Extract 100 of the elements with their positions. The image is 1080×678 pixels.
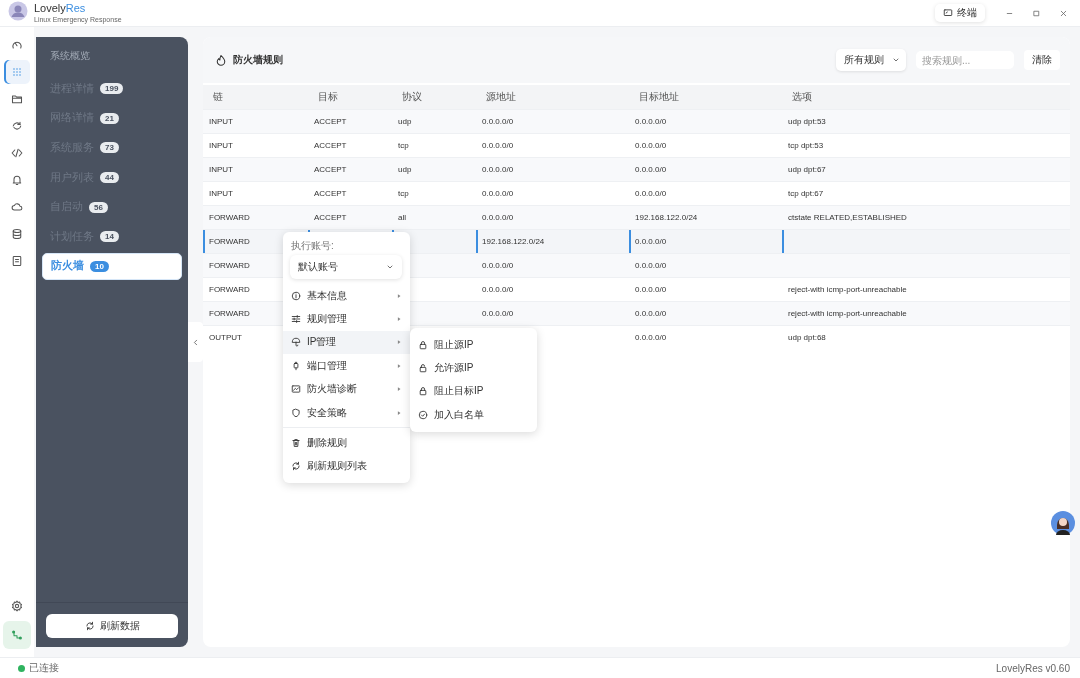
- trash-icon: [291, 438, 301, 449]
- table-cell: ACCEPT: [308, 109, 392, 134]
- menu-item[interactable]: 端口管理: [283, 354, 410, 378]
- count-badge: 10: [90, 260, 109, 272]
- menu-item[interactable]: IP管理: [283, 330, 410, 355]
- shield-icon: [291, 407, 301, 418]
- route-icon: [11, 629, 23, 641]
- count-badge: 73: [100, 142, 119, 154]
- cloud-icon[interactable]: [11, 201, 23, 213]
- table-cell: ACCEPT: [308, 157, 392, 182]
- database-icon[interactable]: [11, 228, 23, 240]
- bell-icon[interactable]: [11, 174, 23, 186]
- table-cell: 192.168.122.0/24: [476, 229, 629, 254]
- submenu-arrow-icon: [396, 362, 402, 369]
- table-cell: 0.0.0.0/0: [476, 157, 629, 182]
- unlock-icon: [418, 363, 428, 374]
- collapse-handle[interactable]: [188, 322, 203, 362]
- maximize-icon[interactable]: [1032, 8, 1041, 18]
- sidebar-item[interactable]: 防火墙 10: [42, 252, 182, 281]
- submenu-arrow-icon: [396, 339, 402, 346]
- lock-icon: [418, 339, 428, 350]
- menu-item[interactable]: 阻止源IP: [410, 333, 537, 357]
- column-header: 链: [203, 85, 308, 110]
- umbrella-icon: [291, 337, 301, 348]
- clear-button[interactable]: 清除: [1024, 50, 1060, 70]
- submenu-arrow-icon: [396, 386, 402, 393]
- refresh-icon: [84, 621, 95, 631]
- status-dot: [18, 664, 25, 672]
- column-header: 协议: [392, 85, 476, 110]
- table-cell: 0.0.0.0/0: [476, 253, 629, 278]
- code-icon[interactable]: [11, 147, 23, 159]
- table-cell: udp dpt:53: [782, 109, 1070, 134]
- search-field[interactable]: 搜索规则...: [916, 51, 1014, 69]
- count-badge: 44: [100, 172, 119, 184]
- table-cell: INPUT: [203, 109, 308, 134]
- close-icon[interactable]: [1059, 8, 1068, 18]
- submenu-arrow-icon: [396, 292, 402, 299]
- count-badge: 21: [100, 112, 119, 124]
- gauge-icon[interactable]: [11, 39, 23, 51]
- chevron-down-icon: [892, 56, 900, 64]
- settings-icon[interactable]: [11, 600, 23, 612]
- panel-title: 防火墙规则: [233, 53, 283, 67]
- table-cell: 0.0.0.0/0: [476, 109, 629, 134]
- column-header: 选项: [782, 85, 1070, 110]
- menu-item[interactable]: 允许源IP: [410, 356, 537, 380]
- connection-tile[interactable]: [3, 621, 31, 649]
- table-cell: udp: [392, 109, 476, 134]
- connection-status: 已连接: [29, 661, 59, 675]
- count-badge: 199: [100, 83, 124, 95]
- menu-item[interactable]: 安全策略: [283, 400, 410, 425]
- info-icon: [291, 290, 301, 301]
- table-cell: ACCEPT: [308, 205, 392, 230]
- flame-icon: [215, 54, 227, 66]
- table-cell: 0.0.0.0/0: [629, 325, 782, 349]
- version-label: LovelyRes v0.60: [996, 662, 1070, 674]
- column-header: 目标地址: [629, 85, 782, 110]
- table-cell: udp: [392, 157, 476, 182]
- count-badge: 56: [89, 201, 108, 213]
- menu-item[interactable]: 加入白名单: [410, 403, 537, 427]
- document-icon[interactable]: [11, 255, 23, 267]
- submenu-arrow-icon: [396, 409, 402, 416]
- table-cell: 0.0.0.0/0: [476, 205, 629, 230]
- count-badge: 14: [100, 231, 119, 243]
- chart-icon: [291, 384, 301, 395]
- table-cell: INPUT: [203, 157, 308, 182]
- monitor-icon: [943, 8, 953, 18]
- logo-avatar: [8, 1, 28, 21]
- table-cell: all: [392, 205, 476, 230]
- lock-icon: [418, 386, 428, 397]
- folder-icon[interactable]: [11, 93, 23, 105]
- filter-dropdown[interactable]: 所有规则: [836, 49, 906, 71]
- assistant-avatar[interactable]: [1051, 511, 1075, 535]
- table-cell: 0.0.0.0/0: [629, 109, 782, 134]
- plug-icon: [291, 360, 301, 371]
- column-header: 目标: [308, 85, 392, 110]
- menu-item[interactable]: 刷新规则列表: [283, 454, 410, 479]
- check-circle-icon: [418, 409, 428, 420]
- column-header: 源地址: [476, 85, 629, 110]
- table-cell: 0.0.0.0/0: [629, 157, 782, 182]
- chevron-down-icon: [386, 263, 394, 271]
- table-cell: 0.0.0.0/0: [629, 229, 782, 254]
- sliders-icon: [291, 314, 301, 325]
- table-cell: ctstate RELATED,ESTABLISHED: [782, 205, 1070, 230]
- brand-accent: Res: [65, 2, 86, 14]
- menu-item[interactable]: 阻止目标IP: [410, 379, 537, 404]
- menu-item[interactable]: 防火墙诊断: [283, 377, 410, 401]
- menu-item[interactable]: 删除规则: [283, 431, 410, 455]
- table-cell: 0.0.0.0/0: [629, 253, 782, 278]
- collapse-icon[interactable]: [191, 337, 200, 347]
- table-cell: 192.168.122.0/24: [629, 205, 782, 230]
- refresh-icon: [291, 461, 301, 472]
- table-cell: 0.0.0.0/0: [629, 301, 782, 326]
- brand-name: Lovely: [34, 2, 66, 14]
- submenu-arrow-icon: [396, 316, 402, 323]
- table-cell: FORWARD: [203, 205, 308, 230]
- sync-icon[interactable]: [11, 120, 23, 132]
- terminal-button[interactable]: 终端: [935, 4, 985, 22]
- table-cell: udp dpt:68: [782, 325, 1070, 349]
- refresh-button[interactable]: 刷新数据: [46, 614, 178, 638]
- section-heading: 系统概览: [49, 49, 91, 63]
